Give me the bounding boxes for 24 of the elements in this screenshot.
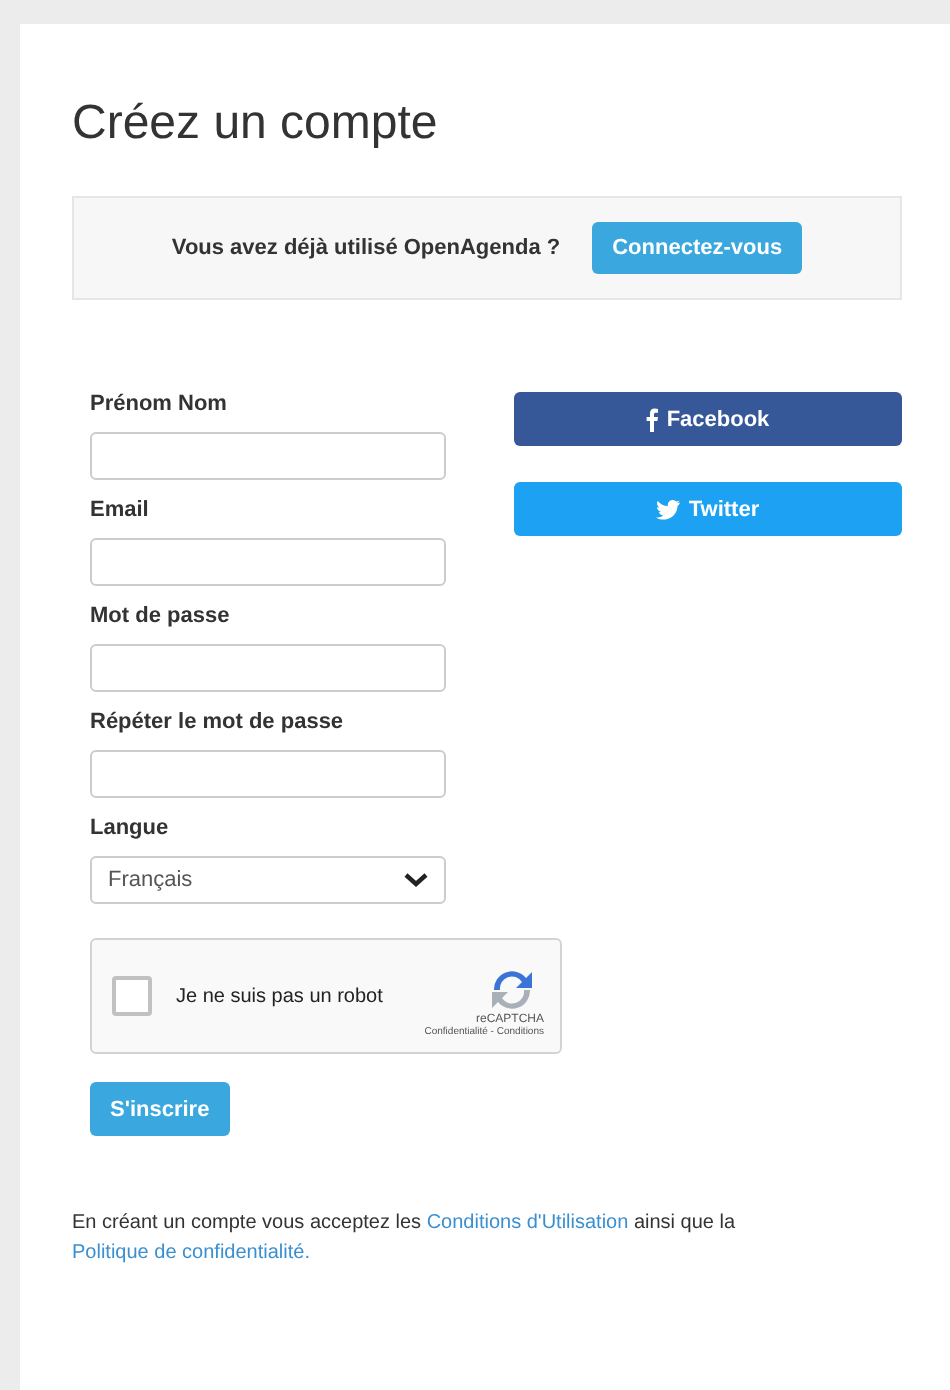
input-field[interactable] [90, 538, 446, 586]
facebook-icon [646, 407, 659, 431]
captcha-label: Je ne suis pas un robot [176, 985, 385, 1007]
field-label: Mot de passe [90, 604, 232, 628]
signup-button[interactable]: S'inscrire [90, 1082, 230, 1136]
input-field[interactable] [90, 644, 446, 692]
bird-icon [656, 499, 681, 519]
captcha-checkbox[interactable] [112, 976, 152, 1016]
input-field[interactable] [90, 432, 446, 480]
input-field[interactable] [90, 750, 446, 798]
terms-link[interactable]: Conditions d'Utilisation [426, 1212, 629, 1234]
twitter-button[interactable]: Twitter [514, 482, 902, 536]
banner-text: Vous avez déjà utilisé OpenAgenda ? [171, 236, 561, 260]
field-label: Email [90, 498, 151, 522]
field-label: Répéter le mot de passe [90, 710, 346, 734]
terms-link[interactable]: Politique de confidentialité. [72, 1242, 310, 1264]
page-title: Créez un compte [72, 96, 440, 152]
field-label: Langue [90, 816, 171, 840]
field-label: Prénom Nom [90, 392, 229, 416]
login-button[interactable]: Connectez-vous [592, 222, 803, 274]
chevron-icon [404, 872, 428, 888]
facebook-button[interactable]: Facebook [514, 392, 902, 446]
language-select[interactable]: Français [90, 856, 446, 904]
terms-text: En créant un compte vous acceptez les Conditions d'Utilisation ainsi que la Politique de confidentialité. [72, 1210, 738, 1268]
